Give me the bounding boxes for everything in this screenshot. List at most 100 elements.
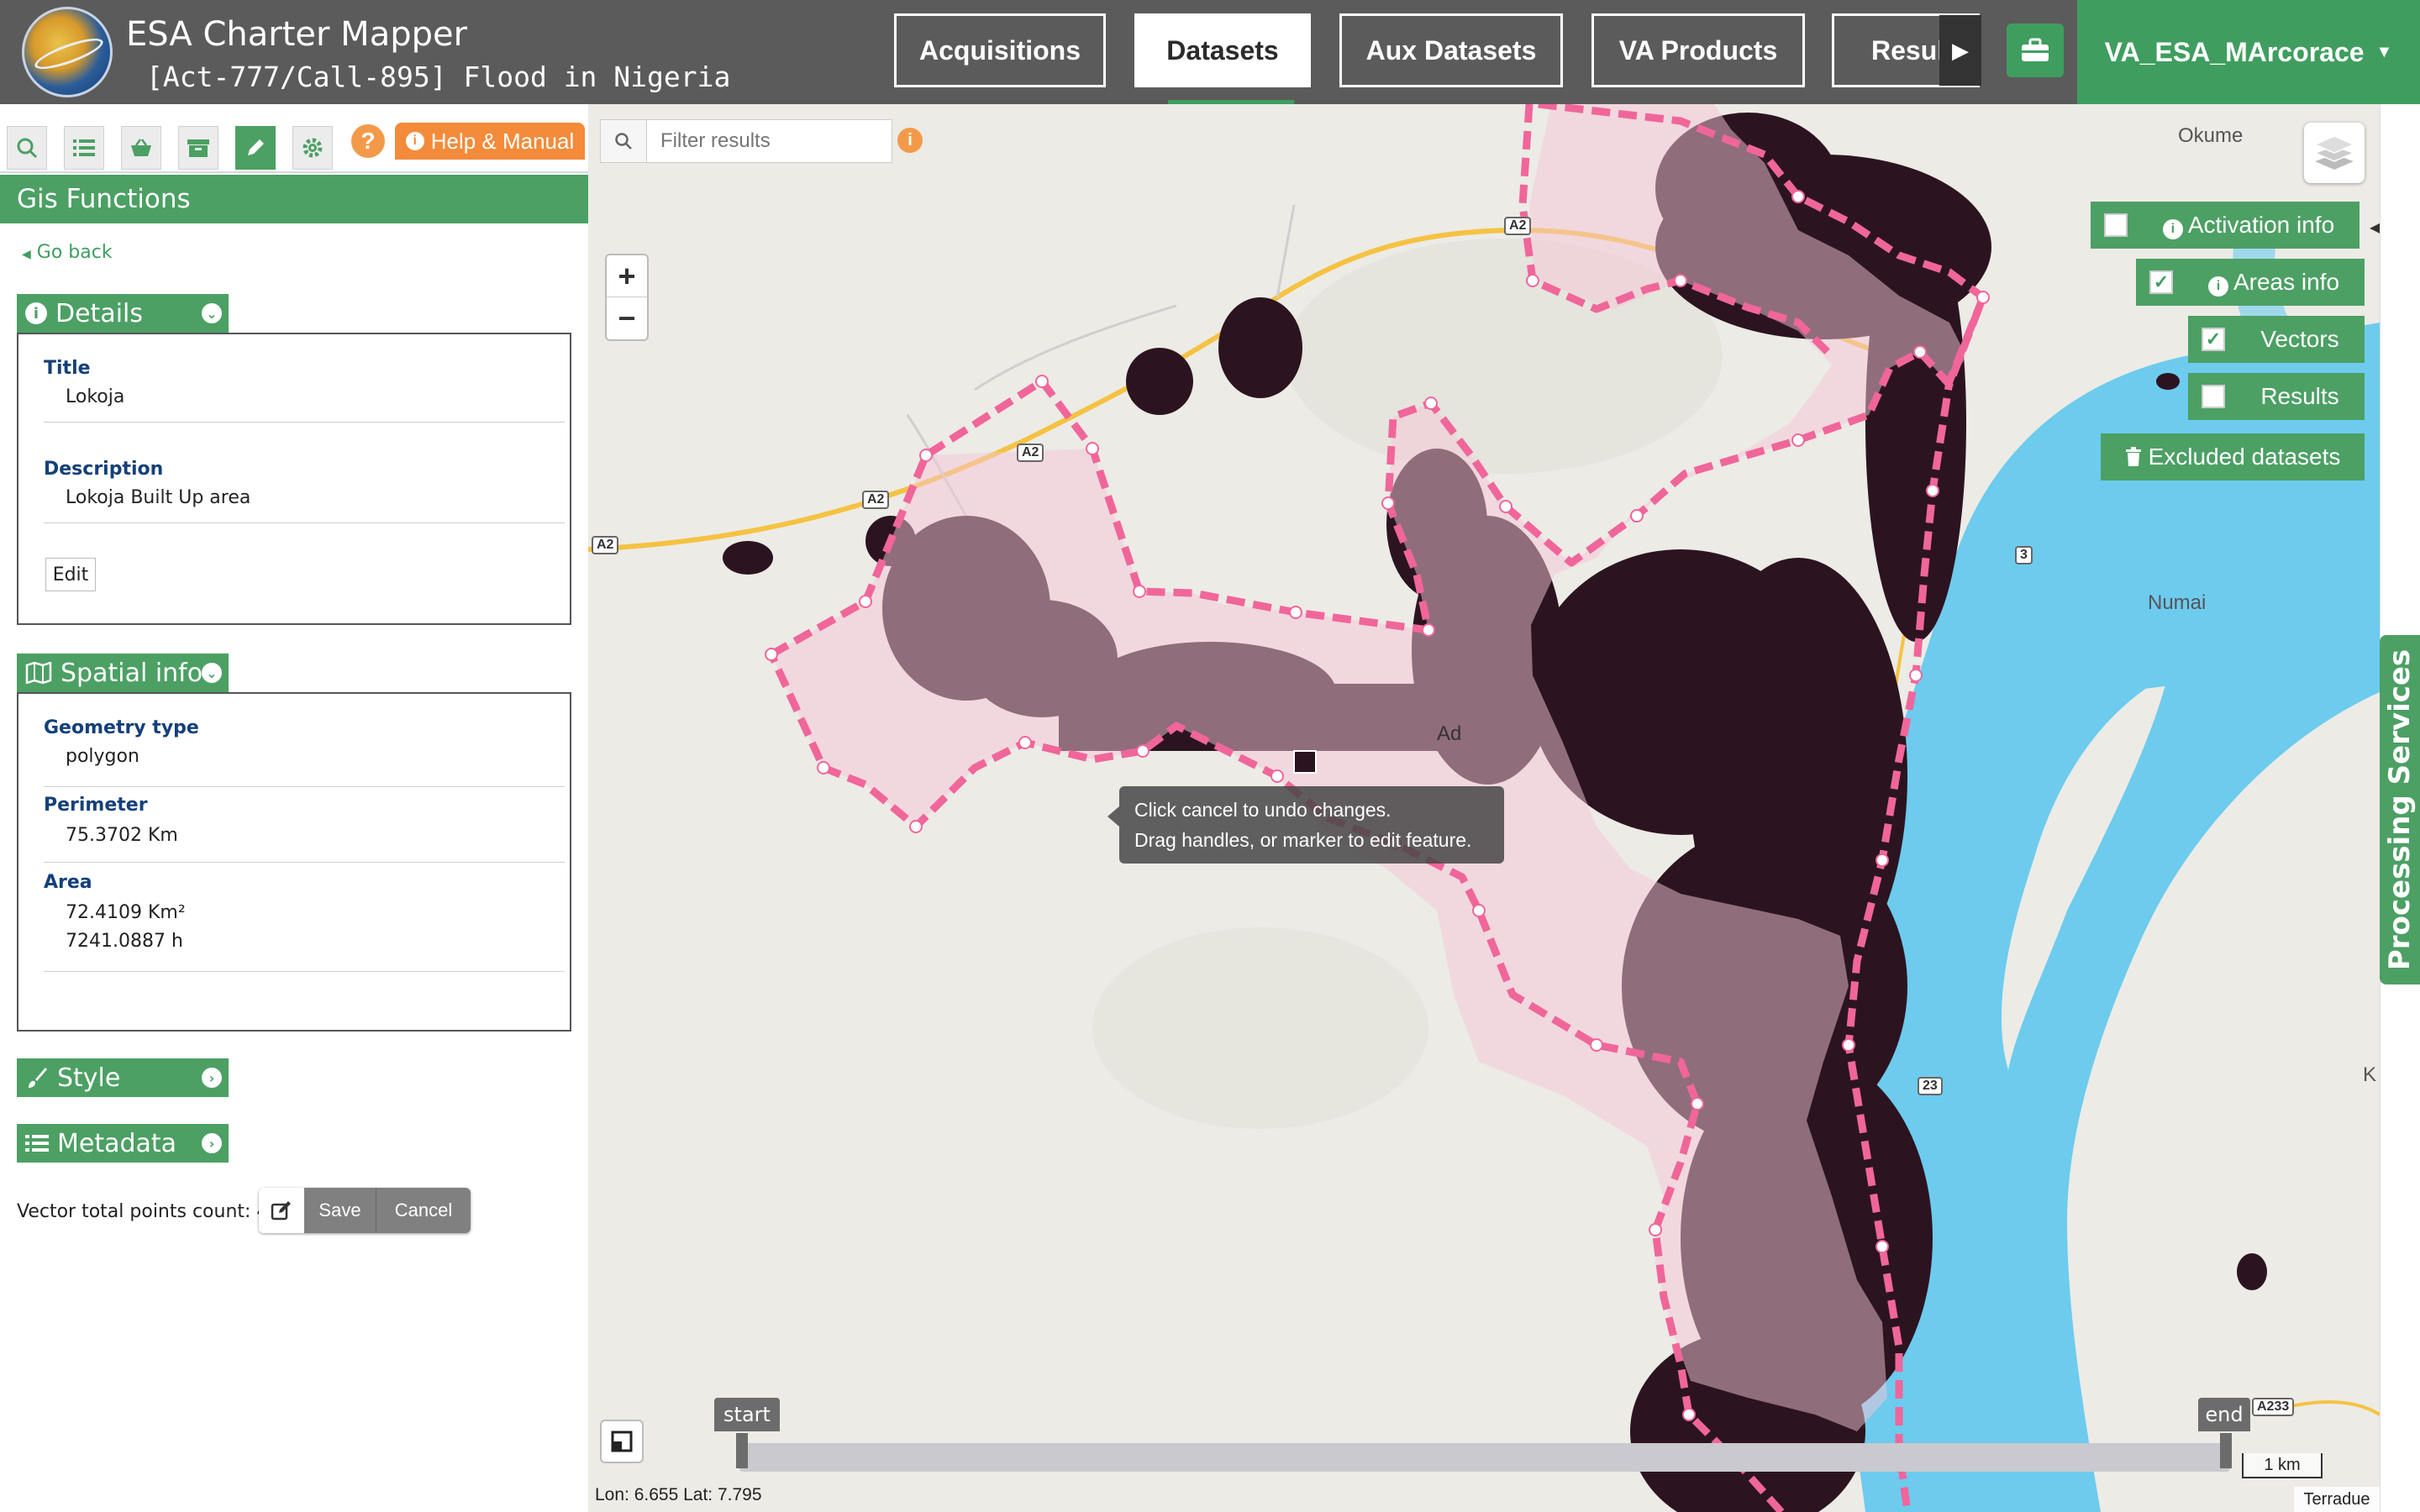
- area-value-h: 7241.0887 h: [66, 931, 183, 952]
- processing-services-label: Processing Services: [2383, 648, 2417, 971]
- zoom-control: + −: [605, 254, 649, 341]
- info-circle-icon: i: [25, 302, 47, 324]
- place-label: Okume: [2178, 124, 2244, 147]
- description-label: Description: [44, 459, 164, 480]
- place-label: K: [2363, 1063, 2377, 1086]
- save-button[interactable]: Save: [304, 1188, 376, 1233]
- basket-icon[interactable]: [121, 126, 161, 170]
- activation-info-text: Activation info: [2187, 211, 2335, 238]
- nav-acquisitions[interactable]: Acquisitions: [894, 13, 1106, 87]
- place-label: Ad: [1437, 722, 1462, 745]
- edit-marker: [1293, 750, 1317, 774]
- search-icon[interactable]: [7, 126, 47, 170]
- metadata-section-header[interactable]: Metadata ›: [17, 1124, 229, 1163]
- trash-icon: [2125, 447, 2141, 466]
- esa-charter-logo[interactable]: [22, 7, 113, 97]
- help-manual-button[interactable]: i Help & Manual: [395, 123, 585, 160]
- excluded-datasets-label: Excluded datasets: [2148, 444, 2341, 470]
- list-icon[interactable]: [64, 126, 104, 170]
- style-section-header[interactable]: Style ›: [17, 1058, 229, 1097]
- zoom-in-button[interactable]: +: [607, 255, 647, 297]
- vectors-toggle[interactable]: ✓ Vectors: [2188, 316, 2365, 363]
- list-icon: [25, 1135, 49, 1152]
- areas-info-toggle[interactable]: ✓ i Areas info: [2136, 259, 2365, 306]
- logo-orbit: [31, 32, 107, 76]
- go-back-link[interactable]: ◀ Go back: [22, 242, 113, 263]
- caret-down-icon: ▼: [2375, 42, 2393, 61]
- edit-button[interactable]: Edit: [45, 558, 96, 591]
- road-shield: A2: [1504, 217, 1532, 235]
- briefcase-button[interactable]: [2007, 24, 2064, 77]
- paintbrush-icon: [29, 1068, 47, 1088]
- road-shield: A2: [592, 536, 619, 554]
- caret-right-icon[interactable]: ▶: [1939, 15, 1981, 86]
- details-box: Title Lokoja Description Lokoja Built Up…: [17, 333, 571, 625]
- info-circle-icon: i: [2207, 276, 2228, 297]
- timeline-start-handle[interactable]: [736, 1433, 748, 1468]
- divider: [44, 786, 565, 787]
- help-question-icon[interactable]: ?: [351, 124, 385, 158]
- caret-left-icon[interactable]: ◀: [2370, 207, 2380, 249]
- title-label: Title: [44, 358, 91, 379]
- chevron-down-icon: ⌄: [202, 663, 222, 683]
- spatial-box: Geometry type polygon Perimeter 75.3702 …: [17, 692, 571, 1032]
- panel-title: Gis Functions: [0, 175, 588, 223]
- gear-icon[interactable]: [292, 126, 333, 170]
- layers-icon: [2313, 135, 2355, 170]
- activation-info-toggle[interactable]: i Activation info: [2091, 202, 2360, 249]
- metadata-title: Metadata: [57, 1128, 177, 1158]
- activation-info-checkbox[interactable]: [2104, 213, 2128, 237]
- fullscreen-button[interactable]: [600, 1420, 644, 1463]
- timeline-end-label: end: [2198, 1398, 2250, 1431]
- vectors-label: Vectors: [2260, 326, 2339, 352]
- zoom-out-button[interactable]: −: [607, 297, 647, 339]
- road-shield: A233: [2252, 1398, 2295, 1416]
- tooltip-line-2: Drag handles, or marker to edit feature.: [1134, 829, 1472, 851]
- nav-va-products[interactable]: VA Products: [1591, 13, 1805, 87]
- filter-bar: [600, 119, 892, 163]
- fullscreen-icon: [611, 1431, 633, 1452]
- areas-info-text: Areas info: [2233, 268, 2340, 295]
- area-label: Area: [44, 872, 92, 893]
- archive-icon[interactable]: [178, 126, 218, 170]
- chevron-down-icon: ⌄: [202, 303, 222, 323]
- vector-points-count: Vector total points count: 49: [17, 1201, 281, 1222]
- geometry-label: Geometry type: [44, 717, 199, 738]
- layers-button[interactable]: [2304, 123, 2365, 183]
- cancel-button[interactable]: Cancel: [376, 1188, 471, 1233]
- timeline-end-handle[interactable]: [2220, 1433, 2232, 1468]
- details-section-header[interactable]: i Details ⌄: [17, 294, 229, 333]
- user-menu[interactable]: VA_ESA_MArcorace ▼: [2077, 0, 2420, 104]
- processing-services-tab[interactable]: Processing Services: [2380, 635, 2420, 984]
- nav-datasets[interactable]: Datasets: [1134, 13, 1311, 87]
- filter-input[interactable]: [647, 119, 892, 163]
- details-title: Details: [55, 298, 144, 328]
- vectors-checkbox[interactable]: ✓: [2202, 328, 2225, 351]
- info-icon[interactable]: i: [897, 128, 923, 153]
- edit-square-icon[interactable]: [259, 1188, 304, 1233]
- road-shield: A2: [1017, 444, 1044, 462]
- areas-info-checkbox[interactable]: ✓: [2149, 270, 2173, 294]
- nav-aux-datasets[interactable]: Aux Datasets: [1339, 13, 1563, 87]
- road-shield: 3: [2015, 546, 2033, 564]
- results-label: Results: [2260, 383, 2339, 409]
- cursor-coordinates: Lon: 6.655 Lat: 7.795: [595, 1485, 762, 1504]
- search-icon[interactable]: [600, 119, 647, 163]
- timeline-slider[interactable]: [739, 1443, 2230, 1472]
- divider: [44, 422, 565, 423]
- info-circle-icon: i: [2162, 218, 2183, 239]
- top-bar: ESA Charter Mapper [Act-777/Call-895] Fl…: [0, 0, 2420, 104]
- divider: [44, 971, 565, 972]
- spatial-section-header[interactable]: Spatial info ⌄: [17, 654, 229, 692]
- title-value: Lokoja: [66, 386, 125, 407]
- map-icon: [25, 662, 52, 684]
- pencil-icon[interactable]: [235, 126, 276, 170]
- results-toggle[interactable]: Results: [2188, 373, 2365, 420]
- areas-info-label: i Areas info: [2183, 269, 2365, 297]
- results-checkbox[interactable]: [2202, 385, 2225, 408]
- briefcase-icon: [2022, 38, 2049, 61]
- go-back-label: Go back: [36, 242, 113, 263]
- map-view[interactable]: Okume Numai K Ad A2 A2 A2 A2 3 A233 23 i…: [588, 104, 2380, 1512]
- divider: [44, 862, 565, 863]
- excluded-datasets-button[interactable]: Excluded datasets: [2101, 433, 2365, 480]
